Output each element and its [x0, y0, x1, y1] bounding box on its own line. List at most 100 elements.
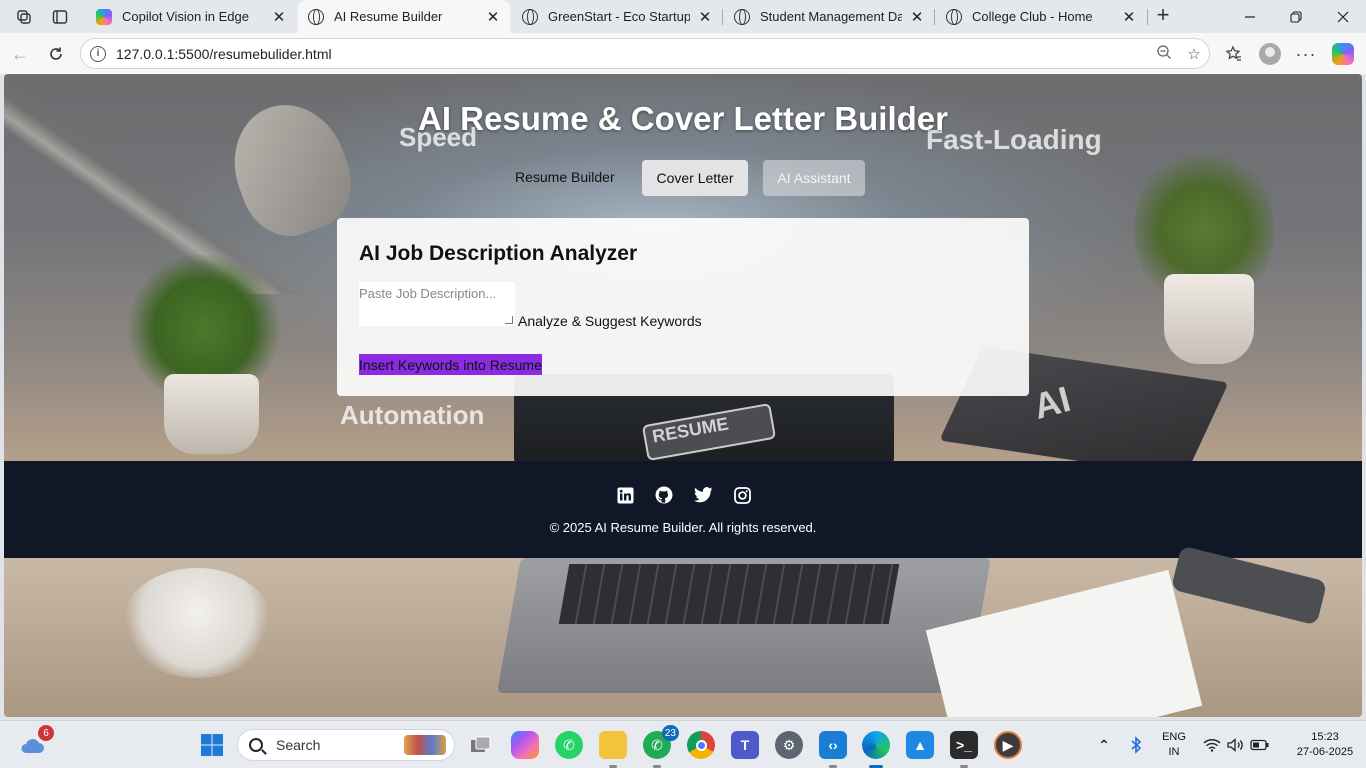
clock-date: 27-06-2025	[1296, 746, 1354, 758]
browser-tab-student-management[interactable]: Student Management Dashb ✕	[724, 0, 934, 33]
globe-icon	[308, 8, 324, 25]
tab-title: GreenStart - Eco Startup Lan	[548, 9, 690, 24]
favorites-icon[interactable]	[1221, 41, 1247, 67]
minimize-button[interactable]	[1227, 0, 1273, 33]
desk-background-image	[4, 545, 1362, 717]
github-icon[interactable]	[654, 486, 674, 504]
search-highlight-icon	[404, 735, 446, 755]
bluetooth-icon[interactable]	[1122, 731, 1150, 759]
favorite-star-icon[interactable]: ☆	[1179, 45, 1209, 63]
nav-ai-assistant-button[interactable]: AI Assistant	[763, 160, 865, 196]
file-explorer-icon[interactable]	[599, 731, 627, 768]
workspaces-icon[interactable]	[13, 6, 35, 28]
keyboard-image	[558, 564, 900, 624]
zoom-icon[interactable]	[1149, 44, 1179, 64]
clock-time: 15:23	[1311, 731, 1339, 743]
linkedin-icon[interactable]	[615, 486, 635, 504]
windows-taskbar: 6 Search ✆ ✆ 23 T ⚙ ‹› ▲ >_ ▶ ⌃ ENG IN 1…	[0, 720, 1366, 768]
chrome-icon[interactable]	[687, 731, 715, 759]
browser-tab-ai-resume-builder[interactable]: AI Resume Builder ✕	[298, 0, 510, 33]
tab-separator	[1147, 9, 1148, 25]
search-icon	[249, 738, 263, 752]
copilot-app-icon[interactable]	[511, 731, 539, 759]
clock[interactable]: 15:23 27-06-2025	[1290, 730, 1360, 760]
edge-browser-icon[interactable]	[862, 731, 890, 768]
analyzer-heading: AI Job Description Analyzer	[359, 242, 638, 265]
media-player-icon[interactable]: ▶	[994, 731, 1022, 759]
whatsapp-icon[interactable]: ✆ 23	[643, 725, 679, 768]
new-tab-plus-icon[interactable]: +	[1152, 2, 1174, 27]
site-info-icon[interactable]: i	[90, 45, 106, 62]
close-tab-icon[interactable]: ✕	[486, 8, 500, 26]
reload-icon[interactable]	[43, 41, 69, 67]
main-nav: Resume Builder Cover Letter AI Assistant	[4, 160, 1362, 196]
plant-pot-image	[164, 374, 259, 454]
page-title: AI Resume & Cover Letter Builder	[418, 100, 948, 137]
more-menu-icon[interactable]: ···	[1293, 41, 1319, 67]
close-window-button[interactable]	[1320, 0, 1366, 33]
twitter-icon[interactable]	[693, 486, 713, 504]
close-tab-icon[interactable]: ✕	[698, 8, 712, 26]
coffee-cup-image	[122, 568, 272, 678]
page-viewport: Speed Fast-Loading Automation RESUME AI …	[4, 74, 1362, 717]
profile-avatar[interactable]	[1257, 41, 1283, 67]
copyright-text: © 2025 AI Resume Builder. All rights res…	[549, 520, 817, 535]
tab-separator	[722, 9, 723, 25]
address-bar[interactable]: i 127.0.0.1:5500/resumebulider.html ☆	[80, 38, 1210, 69]
background-word: Automation	[340, 400, 485, 430]
tab-title: AI Resume Builder	[334, 9, 443, 24]
whatsapp-badge: 23	[661, 725, 679, 741]
url-text[interactable]: 127.0.0.1:5500/resumebulider.html	[116, 46, 1149, 62]
close-tab-icon[interactable]: ✕	[272, 8, 286, 26]
region-label: IN	[1168, 746, 1180, 758]
avatar	[1259, 43, 1281, 65]
whatsapp-business-icon[interactable]: ✆	[555, 731, 583, 759]
restore-button[interactable]	[1273, 0, 1319, 33]
language-label: ENG	[1162, 731, 1186, 743]
analyze-keywords-button[interactable]: Analyze & Suggest Keywords	[518, 313, 702, 329]
vscode-icon[interactable]: ‹›	[819, 731, 847, 768]
insert-keywords-button[interactable]: Insert Keywords into Resume	[359, 354, 542, 375]
weather-widget[interactable]: 6	[18, 725, 54, 759]
tab-separator	[934, 9, 935, 25]
close-tab-icon[interactable]: ✕	[1122, 8, 1136, 26]
teams-icon[interactable]: T	[731, 731, 759, 759]
globe-icon	[734, 8, 750, 25]
copilot-button[interactable]	[1330, 41, 1356, 67]
nav-cover-letter-button[interactable]: Cover Letter	[642, 160, 748, 196]
photos-icon[interactable]: ▲	[906, 731, 934, 759]
back-arrow-icon[interactable]: ←	[7, 41, 33, 67]
battery-icon[interactable]	[1246, 731, 1274, 759]
search-label: Search	[276, 737, 321, 753]
social-links	[615, 486, 752, 504]
plant-pot-image	[1164, 274, 1254, 364]
resize-handle-icon[interactable]	[505, 316, 513, 324]
weather-badge: 6	[38, 725, 54, 741]
instagram-icon[interactable]	[732, 486, 752, 504]
site-footer: © 2025 AI Resume Builder. All rights res…	[4, 461, 1362, 558]
start-windows-icon[interactable]	[198, 731, 226, 759]
tab-title: Copilot Vision in Edge	[122, 9, 249, 24]
task-view-icon[interactable]	[467, 731, 495, 759]
tab-actions-icon[interactable]	[49, 6, 71, 28]
show-hidden-icons-chevron-icon[interactable]: ⌃	[1090, 731, 1118, 759]
browser-tab-greenstart[interactable]: GreenStart - Eco Startup Lan ✕	[512, 0, 722, 33]
copilot-icon	[1332, 43, 1354, 65]
globe-icon	[946, 8, 962, 25]
terminal-icon[interactable]: >_	[950, 731, 978, 768]
hero-background: Speed Fast-Loading Automation RESUME AI …	[4, 74, 1362, 477]
job-analyzer-card: AI Job Description Analyzer Analyze & Su…	[337, 218, 1029, 396]
browser-tab-copilot-vision[interactable]: Copilot Vision in Edge ✕	[86, 0, 296, 33]
nav-resume-builder[interactable]: Resume Builder	[515, 169, 615, 185]
taskbar-search-box[interactable]: Search	[237, 729, 455, 761]
tab-title: College Club - Home	[972, 9, 1093, 24]
browser-tab-college-club[interactable]: College Club - Home ✕	[936, 0, 1146, 33]
settings-gear-icon[interactable]: ⚙	[775, 731, 803, 759]
browser-toolbar: ← i 127.0.0.1:5500/resumebulider.html ☆ …	[0, 33, 1366, 74]
language-indicator[interactable]: ENG IN	[1158, 730, 1190, 760]
job-description-input[interactable]	[359, 282, 515, 326]
browser-tab-strip: Copilot Vision in Edge ✕ AI Resume Build…	[0, 0, 1366, 33]
phone-image	[1170, 545, 1328, 626]
close-tab-icon[interactable]: ✕	[910, 8, 924, 26]
tab-title: Student Management Dashb	[760, 9, 902, 24]
